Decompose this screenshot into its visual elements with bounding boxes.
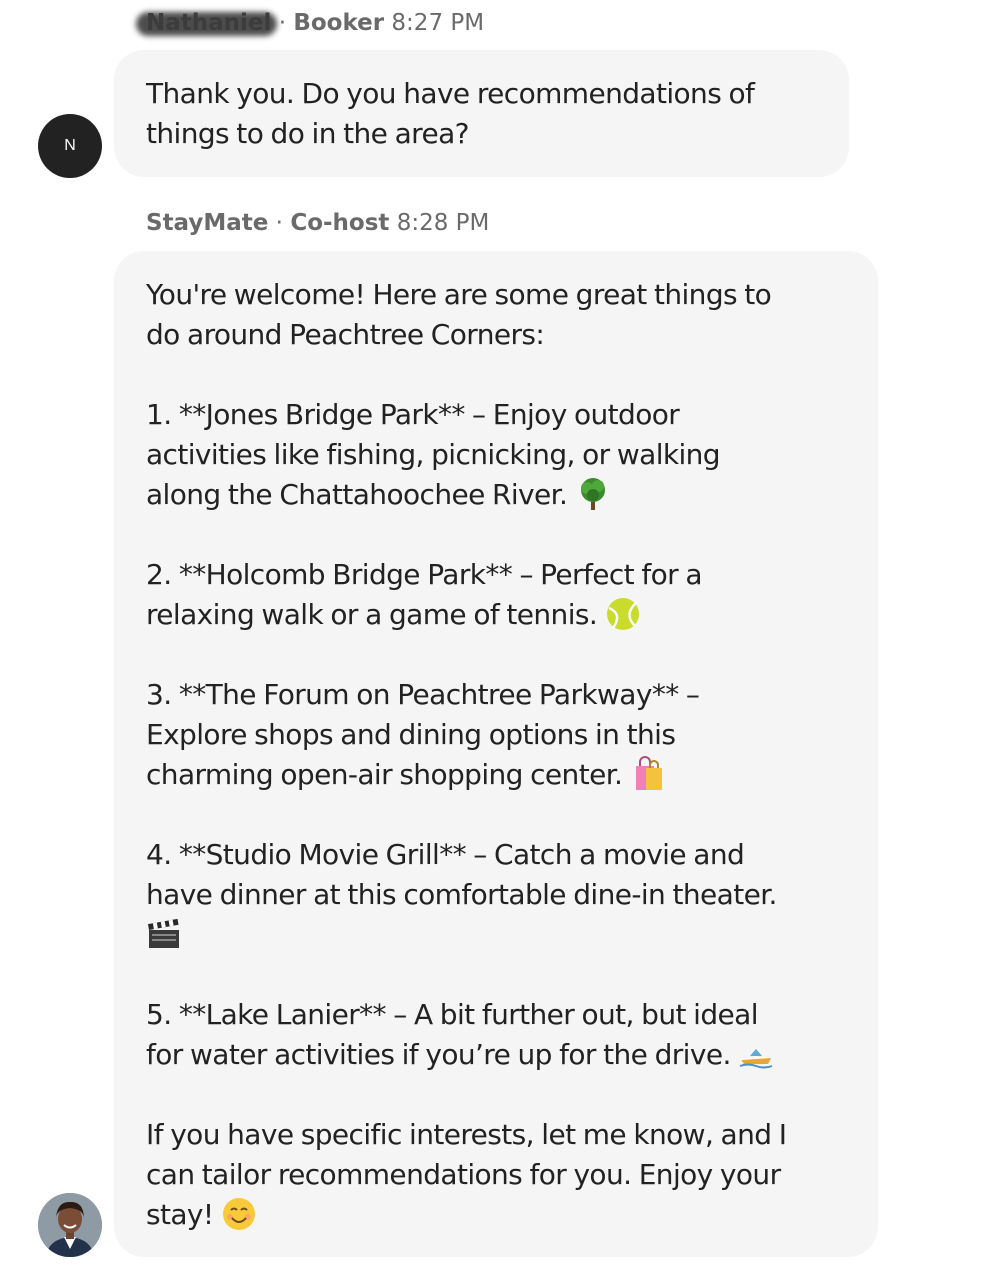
message-timestamp: 8:28 PM — [396, 210, 490, 236]
tree-icon — [575, 476, 613, 512]
avatar-initial: N — [64, 137, 76, 154]
speedboat-icon — [738, 1036, 776, 1072]
sender-role: Booker — [293, 10, 385, 36]
message-text: You're welcome! Here are some great thin… — [146, 275, 846, 1235]
message-text: Thank you. Do you have recommendations o… — [146, 77, 755, 150]
cohost-avatar[interactable] — [38, 1193, 102, 1257]
smiling-face-icon — [221, 1196, 259, 1232]
sender-separator: · — [268, 210, 291, 236]
message-timestamp: 8:27 PM — [391, 10, 485, 36]
clapper-board-icon — [146, 916, 184, 952]
message-bubble-cohost: You're welcome! Here are some great thin… — [114, 251, 878, 1257]
message-2-sender-line: StayMate · Co-host 8:28 PM — [146, 210, 489, 236]
sender-name: StayMate — [146, 210, 269, 236]
sender-role: Co-host — [290, 210, 390, 236]
booker-avatar[interactable]: N — [38, 114, 102, 178]
sender-name-redacted: Nathaniel — [146, 10, 272, 36]
cohost-portrait-image — [38, 1193, 102, 1257]
recommendation-3: 3. **The Forum on Peachtree Parkway** – … — [146, 678, 700, 791]
recommendation-5: 5. **Lake Lanier** – A bit further out, … — [146, 998, 758, 1071]
recommendation-1: 1. **Jones Bridge Park** – Enjoy outdoor… — [146, 398, 721, 511]
shopping-bags-icon — [630, 756, 668, 792]
recommendation-4: 4. **Studio Movie Grill** – Catch a movi… — [146, 838, 777, 911]
tennis-ball-icon — [605, 596, 643, 632]
message-bubble-booker: Thank you. Do you have recommendations o… — [114, 50, 849, 177]
intro-text: You're welcome! Here are some great thin… — [146, 278, 772, 351]
message-1-sender-line: Nathaniel · Booker 8:27 PM — [146, 10, 484, 36]
